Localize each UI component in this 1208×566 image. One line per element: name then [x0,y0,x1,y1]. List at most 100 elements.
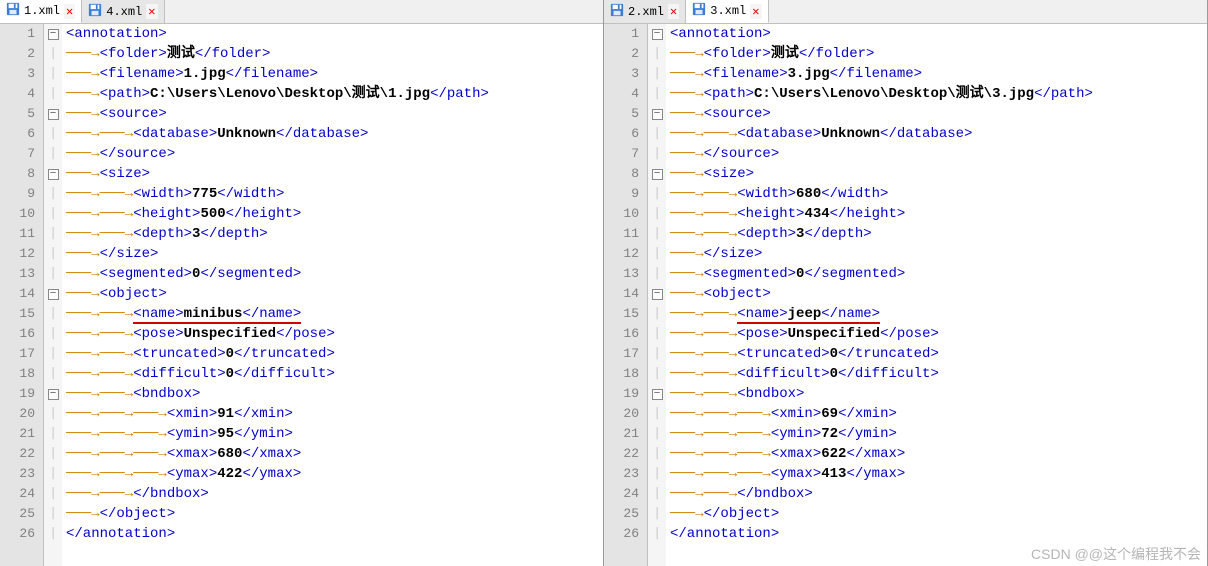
code-line[interactable]: ───→<object> [670,284,1207,304]
fold-marker[interactable]: − [648,384,666,404]
file-tab[interactable]: 2.xml✕ [604,0,686,23]
fold-marker: │ [44,244,62,264]
code-line[interactable]: ───→</size> [670,244,1207,264]
code-area[interactable]: <annotation>───→<folder>测试</folder>───→<… [62,24,603,566]
code-line[interactable]: ───→───→───→<ymin>72</ymin> [670,424,1207,444]
line-number: 7 [604,144,639,164]
fold-marker: │ [648,424,666,444]
code-line[interactable]: ───→───→<depth>3</depth> [670,224,1207,244]
code-line[interactable]: <annotation> [66,24,603,44]
file-tab[interactable]: 3.xml ✕ [686,0,768,23]
code-line[interactable]: ───→<segmented>0</segmented> [670,264,1207,284]
fold-marker: │ [648,264,666,284]
fold-marker[interactable]: − [648,164,666,184]
code-line[interactable]: ───→───→<truncated>0</truncated> [66,344,603,364]
code-line[interactable]: ───→<source> [670,104,1207,124]
code-line[interactable]: ───→───→───→<ymax>422</ymax> [66,464,603,484]
fold-marker: │ [44,504,62,524]
fold-marker: │ [648,504,666,524]
line-number: 2 [604,44,639,64]
code-line[interactable]: ───→<segmented>0</segmented> [66,264,603,284]
code-line[interactable]: ───→<path>C:\Users\Lenovo\Desktop\测试\1.j… [66,84,603,104]
fold-column[interactable]: −│││−││−│││││−││││−│││││││ [44,24,62,566]
code-line[interactable]: </annotation> [66,524,603,544]
close-icon[interactable]: ✕ [146,4,157,19]
close-icon[interactable]: ✕ [750,4,761,19]
code-line[interactable]: ───→───→<name>minibus</name> [66,304,603,324]
code-line[interactable]: ───→───→<height>500</height> [66,204,603,224]
code-line[interactable]: ───→───→<name>jeep</name> [670,304,1207,324]
code-line[interactable]: ───→<folder>测试</folder> [670,44,1207,64]
code-line[interactable]: ───→</source> [670,144,1207,164]
code-line[interactable]: ───→───→<width>775</width> [66,184,603,204]
fold-marker: │ [44,344,62,364]
code-line[interactable]: ───→───→<height>434</height> [670,204,1207,224]
fold-marker[interactable]: − [648,24,666,44]
code-line[interactable]: ───→<path>C:\Users\Lenovo\Desktop\测试\3.j… [670,84,1207,104]
code-area[interactable]: <annotation>───→<folder>测试</folder>───→<… [666,24,1207,566]
code-line[interactable]: </annotation> [670,524,1207,544]
line-number: 16 [604,324,639,344]
fold-marker: │ [648,44,666,64]
code-line[interactable]: ───→───→<width>680</width> [670,184,1207,204]
tab-label: 1.xml [24,4,60,18]
code-line[interactable]: ───→───→</bndbox> [66,484,603,504]
save-icon [610,3,624,21]
fold-marker[interactable]: − [44,164,62,184]
code-line[interactable]: ───→───→───→<xmax>622</xmax> [670,444,1207,464]
close-icon[interactable]: ✕ [668,4,679,19]
code-line[interactable]: ───→───→<pose>Unspecified</pose> [66,324,603,344]
code-line[interactable]: ───→</source> [66,144,603,164]
code-line[interactable]: ───→───→───→<xmax>680</xmax> [66,444,603,464]
file-tab[interactable]: 1.xml ✕ [0,0,82,23]
line-number: 7 [0,144,35,164]
code-line[interactable]: ───→<filename>1.jpg</filename> [66,64,603,84]
tab-label: 4.xml [106,5,142,19]
fold-marker[interactable]: − [44,104,62,124]
line-number: 12 [604,244,639,264]
code-line[interactable]: ───→───→───→<ymax>413</ymax> [670,464,1207,484]
line-number: 11 [604,224,639,244]
code-line[interactable]: ───→───→<bndbox> [670,384,1207,404]
fold-marker[interactable]: − [44,24,62,44]
close-icon[interactable]: ✕ [64,4,75,19]
fold-marker[interactable]: − [648,104,666,124]
code-line[interactable]: ───→<object> [66,284,603,304]
line-number: 18 [0,364,35,384]
code-line[interactable]: <annotation> [670,24,1207,44]
fold-marker: │ [648,484,666,504]
code-line[interactable]: ───→───→<database>Unknown</database> [66,124,603,144]
fold-marker[interactable]: − [44,284,62,304]
code-line[interactable]: ───→───→<truncated>0</truncated> [670,344,1207,364]
code-line[interactable]: ───→<source> [66,104,603,124]
code-line[interactable]: ───→───→───→<xmin>69</xmin> [670,404,1207,424]
tab-label: 3.xml [710,4,746,18]
code-line[interactable]: ───→───→───→<xmin>91</xmin> [66,404,603,424]
code-line[interactable]: ───→<folder>测试</folder> [66,44,603,64]
fold-marker: │ [648,84,666,104]
code-line[interactable]: ───→</object> [66,504,603,524]
fold-marker: │ [648,224,666,244]
fold-marker: │ [44,44,62,64]
fold-marker[interactable]: − [648,284,666,304]
code-line[interactable]: ───→───→<bndbox> [66,384,603,404]
code-line[interactable]: ───→</size> [66,244,603,264]
code-line[interactable]: ───→───→<difficult>0</difficult> [670,364,1207,384]
code-line[interactable]: ───→───→<database>Unknown</database> [670,124,1207,144]
fold-marker: │ [648,344,666,364]
code-line[interactable]: ───→</object> [670,504,1207,524]
code-line[interactable]: ───→───→</bndbox> [670,484,1207,504]
fold-column[interactable]: −│││−││−│││││−││││−│││││││ [648,24,666,566]
editor-body-right[interactable]: 1234567891011121314151617181920212223242… [604,24,1207,566]
code-line[interactable]: ───→<size> [66,164,603,184]
editor-body-left[interactable]: 1234567891011121314151617181920212223242… [0,24,603,566]
code-line[interactable]: ───→───→<pose>Unspecified</pose> [670,324,1207,344]
code-line[interactable]: ───→───→───→<ymin>95</ymin> [66,424,603,444]
code-line[interactable]: ───→───→<depth>3</depth> [66,224,603,244]
code-line[interactable]: ───→───→<difficult>0</difficult> [66,364,603,384]
code-line[interactable]: ───→<size> [670,164,1207,184]
fold-marker: │ [648,304,666,324]
file-tab[interactable]: 4.xml ✕ [82,0,164,23]
code-line[interactable]: ───→<filename>3.jpg</filename> [670,64,1207,84]
fold-marker[interactable]: − [44,384,62,404]
